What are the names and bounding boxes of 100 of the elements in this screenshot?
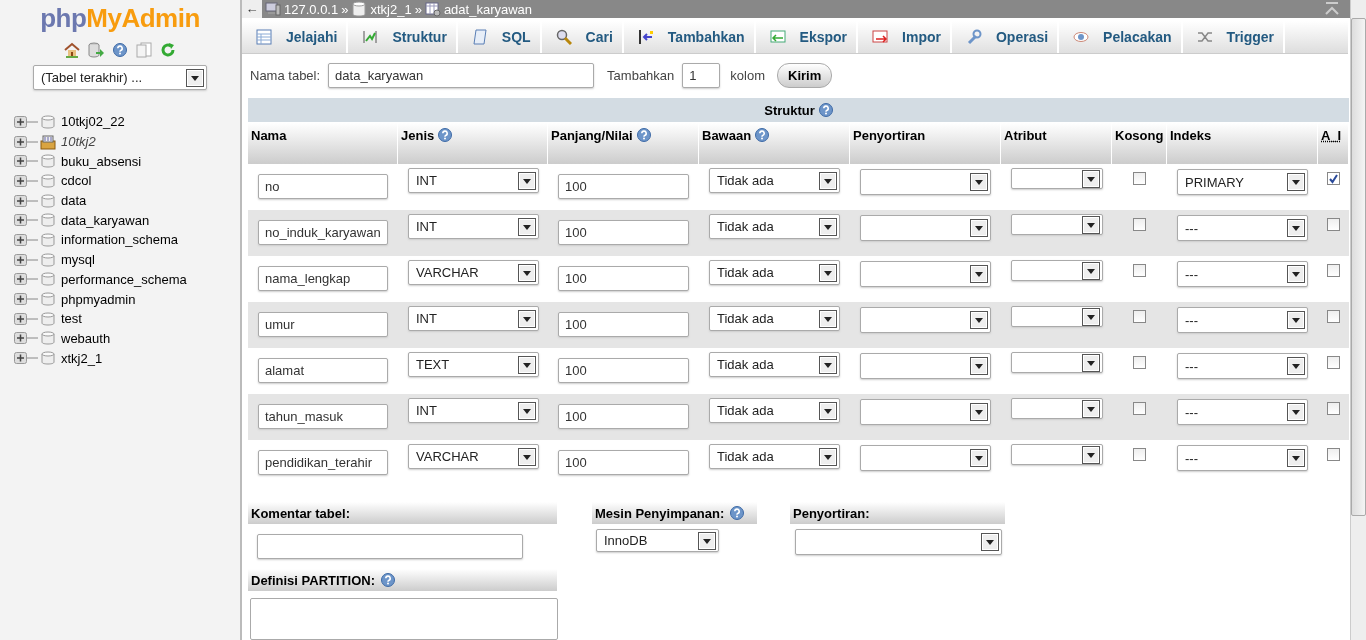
auto-increment-checkbox[interactable] xyxy=(1327,356,1340,369)
database-link[interactable]: 10tkj2 xyxy=(61,134,96,150)
database-link[interactable]: xtkj2_1 xyxy=(61,350,103,366)
recent-tables-select[interactable]: (Tabel terakhir) ... xyxy=(33,65,207,90)
help-icon[interactable] xyxy=(636,128,651,142)
attribute-select[interactable] xyxy=(1011,398,1103,419)
index-select[interactable]: --- xyxy=(1177,307,1308,333)
database-link[interactable]: data_karyawan xyxy=(61,212,150,228)
expand-icon[interactable] xyxy=(14,114,38,129)
index-select[interactable]: --- xyxy=(1177,445,1308,471)
submit-button[interactable]: Kirim xyxy=(777,62,833,88)
expand-icon[interactable] xyxy=(14,292,38,307)
dropdown-arrow-icon[interactable] xyxy=(819,217,837,236)
length-field[interactable]: 100 xyxy=(558,358,689,383)
comment-field[interactable] xyxy=(257,534,523,559)
dropdown-arrow-icon[interactable] xyxy=(1287,357,1305,375)
column-name-field[interactable]: tahun_masuk xyxy=(258,404,388,429)
database-link[interactable]: data xyxy=(61,193,87,209)
type-select[interactable]: INT xyxy=(408,306,539,331)
index-select[interactable]: PRIMARY xyxy=(1177,169,1308,195)
dropdown-arrow-icon[interactable] xyxy=(1082,261,1100,280)
null-checkbox[interactable] xyxy=(1133,356,1146,369)
dropdown-arrow-icon[interactable] xyxy=(970,219,988,237)
column-count-field[interactable]: 1 xyxy=(682,62,721,88)
null-checkbox[interactable] xyxy=(1133,310,1146,323)
default-select[interactable]: Tidak ada xyxy=(709,398,840,423)
type-select[interactable]: VARCHAR xyxy=(408,260,539,285)
collation-select[interactable] xyxy=(860,445,991,471)
column-name-field[interactable]: umur xyxy=(258,312,388,337)
attribute-select[interactable] xyxy=(1011,214,1103,235)
expand-icon[interactable] xyxy=(14,252,38,267)
dropdown-arrow-icon[interactable] xyxy=(970,449,988,467)
dropdown-arrow-icon[interactable] xyxy=(970,173,988,191)
auto-increment-checkbox[interactable] xyxy=(1327,264,1340,277)
default-select[interactable]: Tidak ada xyxy=(709,352,840,377)
dropdown-arrow-icon[interactable] xyxy=(819,263,837,282)
back-link[interactable]: ← xyxy=(242,0,262,18)
dropdown-arrow-icon[interactable] xyxy=(819,309,837,328)
expand-icon[interactable] xyxy=(14,154,38,169)
breadcrumb-link[interactable]: 127.0.0.1 xyxy=(284,1,339,17)
help-icon[interactable] xyxy=(381,573,395,587)
default-select[interactable]: Tidak ada xyxy=(709,444,840,469)
dropdown-arrow-icon[interactable] xyxy=(819,355,837,374)
database-link[interactable]: information_schema xyxy=(61,232,179,248)
default-select[interactable]: Tidak ada xyxy=(709,306,840,331)
index-select[interactable]: --- xyxy=(1177,261,1308,287)
index-select[interactable]: --- xyxy=(1177,353,1308,379)
box-icon[interactable] xyxy=(40,133,56,150)
database-link[interactable]: webauth xyxy=(61,330,111,346)
expand-icon[interactable] xyxy=(14,331,38,346)
null-checkbox[interactable] xyxy=(1133,218,1146,231)
home-icon[interactable] xyxy=(64,42,80,58)
dropdown-arrow-icon[interactable] xyxy=(819,447,837,466)
expand-icon[interactable] xyxy=(14,173,38,188)
dropdown-arrow-icon[interactable] xyxy=(1082,169,1100,188)
dropdown-arrow-icon[interactable] xyxy=(970,311,988,329)
type-select[interactable]: VARCHAR xyxy=(408,444,539,469)
column-name-field[interactable]: pendidikan_terahir xyxy=(258,450,388,475)
auto-increment-checkbox[interactable] xyxy=(1327,310,1340,323)
null-checkbox[interactable] xyxy=(1133,172,1146,185)
database-link[interactable]: 10tkj02_22 xyxy=(61,114,125,130)
database-link[interactable]: cdcol xyxy=(61,173,92,189)
dropdown-arrow-icon[interactable] xyxy=(518,217,536,236)
auto-increment-checkbox[interactable] xyxy=(1327,218,1340,231)
dropdown-arrow-icon[interactable] xyxy=(1287,219,1305,237)
database-link[interactable]: mysql xyxy=(61,252,95,268)
dropdown-arrow-icon[interactable] xyxy=(698,531,716,550)
dropdown-arrow-icon[interactable] xyxy=(518,171,536,190)
dropdown-arrow-icon[interactable] xyxy=(186,68,204,87)
dropdown-arrow-icon[interactable] xyxy=(1082,307,1100,326)
expand-icon[interactable] xyxy=(14,272,38,287)
length-field[interactable]: 100 xyxy=(558,312,689,337)
dropdown-arrow-icon[interactable] xyxy=(1082,445,1100,464)
expand-icon[interactable] xyxy=(14,351,38,366)
length-field[interactable]: 100 xyxy=(558,174,689,199)
dropdown-arrow-icon[interactable] xyxy=(1287,449,1305,467)
partition-field[interactable] xyxy=(250,598,558,640)
index-select[interactable]: --- xyxy=(1177,399,1308,425)
column-name-field[interactable]: no xyxy=(258,174,388,199)
auto-increment-checkbox[interactable] xyxy=(1327,402,1340,415)
type-select[interactable]: INT xyxy=(408,214,539,239)
expand-icon[interactable] xyxy=(14,232,38,247)
attribute-select[interactable] xyxy=(1011,260,1103,281)
dropdown-arrow-icon[interactable] xyxy=(1082,215,1100,234)
database-link[interactable]: test xyxy=(61,311,82,327)
dropdown-arrow-icon[interactable] xyxy=(1287,173,1305,191)
dropdown-arrow-icon[interactable] xyxy=(819,401,837,420)
index-select[interactable]: --- xyxy=(1177,215,1308,241)
column-name-field[interactable]: nama_lengkap xyxy=(258,266,388,291)
dropdown-arrow-icon[interactable] xyxy=(981,533,999,551)
collation-select[interactable] xyxy=(860,169,991,195)
database-link[interactable]: phpmyadmin xyxy=(61,291,136,307)
length-field[interactable]: 100 xyxy=(558,220,689,245)
help-icon[interactable] xyxy=(438,128,453,142)
dropdown-arrow-icon[interactable] xyxy=(518,263,536,282)
default-select[interactable]: Tidak ada xyxy=(709,214,840,239)
length-field[interactable]: 100 xyxy=(558,266,689,291)
dropdown-arrow-icon[interactable] xyxy=(1287,403,1305,421)
attribute-select[interactable] xyxy=(1011,444,1103,465)
dropdown-arrow-icon[interactable] xyxy=(1287,311,1305,329)
